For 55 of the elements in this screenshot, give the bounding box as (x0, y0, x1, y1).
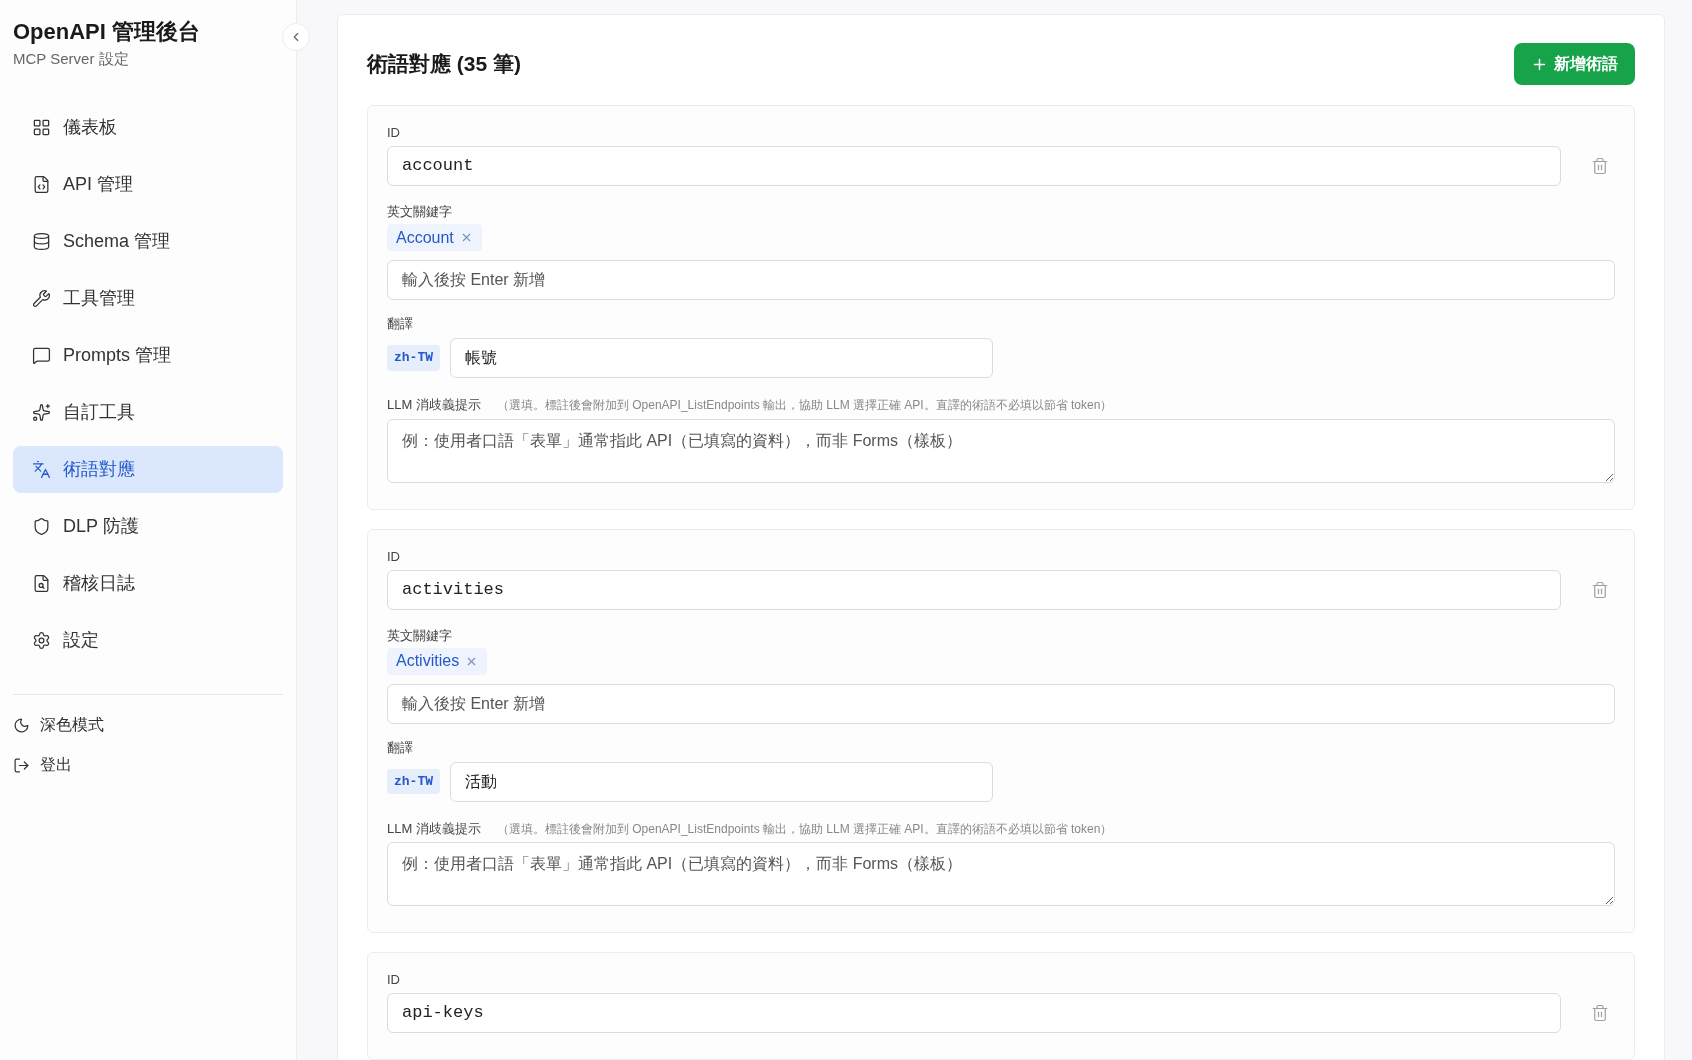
translate-icon (32, 460, 51, 479)
nav-item[interactable]: 術語對應 (13, 446, 283, 493)
id-field[interactable]: api-keys (387, 993, 1561, 1033)
nav-item[interactable]: 儀表板 (13, 104, 283, 151)
hint-note: （選填。標註後會附加到 OpenAPI_ListEndpoints 輸出，協助 LLM 選擇正確 API。直譯的術語不必填以節省 token） (496, 397, 1113, 414)
field-label: ID (387, 973, 401, 986)
translation-field[interactable]: 活動 (450, 761, 993, 802)
field-label: LLM 消歧義提示 (387, 396, 481, 414)
keyword-tag: Account (387, 224, 482, 251)
wrench-icon (32, 289, 51, 308)
field-label: ID (387, 549, 401, 563)
translation-field[interactable]: 帳號 (450, 338, 993, 378)
nav-item[interactable]: Prompts 管理 (13, 332, 283, 379)
app-subtitle: MCP Server 設定 (13, 48, 130, 69)
trash-icon (1591, 1004, 1609, 1022)
nav-item[interactable]: 設定 (13, 617, 283, 664)
nav-item[interactable]: Schema 管理 (13, 218, 283, 265)
id-field[interactable]: account (387, 146, 1561, 186)
file-search-icon (32, 574, 51, 593)
nav-item[interactable]: 工具管理 (13, 275, 283, 322)
grid-icon (32, 118, 51, 137)
settings-icon (32, 631, 51, 650)
field-label: 翻譯 (387, 740, 414, 754)
hint-note: （選填。標註後會附加到 OpenAPI_ListEndpoints 輸出，協助 LLM 選擇正確 API。直譯的術語不必填以節省 token） (496, 820, 1113, 838)
shield-icon (32, 517, 51, 536)
language-badge: zh-TW (387, 768, 440, 795)
field-label: 英文關鍵字 (387, 628, 453, 642)
page-title: 術語對應 (35 筆) (367, 51, 521, 78)
field-label: ID (387, 126, 401, 139)
nav-item[interactable]: API 管理 (13, 161, 283, 208)
nav-item[interactable]: 稽核日誌 (13, 560, 283, 607)
field-label: 英文關鍵字 (387, 205, 453, 218)
moon-icon (13, 716, 30, 734)
keyword-input-field[interactable]: 輸入後按 Enter 新增 (387, 260, 1615, 300)
chat-bubble-icon (32, 346, 51, 365)
keyword-tag: Activities (387, 647, 488, 675)
code-file-icon (32, 175, 51, 194)
id-field[interactable]: activities (387, 569, 1561, 610)
keyword-input-field[interactable]: 輸入後按 Enter 新增 (387, 683, 1615, 724)
hint-text-area[interactable]: 例：使用者口語「表單」通常指此 API（已填寫的資料），而非 Forms（樣板） (387, 418, 1615, 483)
nav-item[interactable]: 自訂工具 (13, 389, 283, 436)
app-title: OpenAPI 管理後台 (13, 18, 201, 46)
field-label: LLM 消歧義提示 (387, 819, 481, 838)
database-icon (32, 232, 51, 251)
trash-icon (1591, 157, 1609, 175)
dark-mode-toggle[interactable]: 深色模式 (13, 713, 283, 737)
language-badge: zh-TW (387, 345, 440, 371)
nav-item[interactable]: DLP 防護 (13, 503, 283, 550)
field-label: 翻譯 (387, 317, 414, 330)
hint-text-area[interactable]: 例：使用者口語「表單」通常指此 API（已填寫的資料），而非 Forms（樣板） (387, 842, 1615, 906)
logout-icon (13, 756, 30, 774)
logout-button[interactable]: 登出 (13, 753, 283, 777)
trash-icon (1591, 580, 1609, 599)
collapse-button[interactable] (282, 23, 310, 51)
sparkles-icon (32, 403, 51, 422)
